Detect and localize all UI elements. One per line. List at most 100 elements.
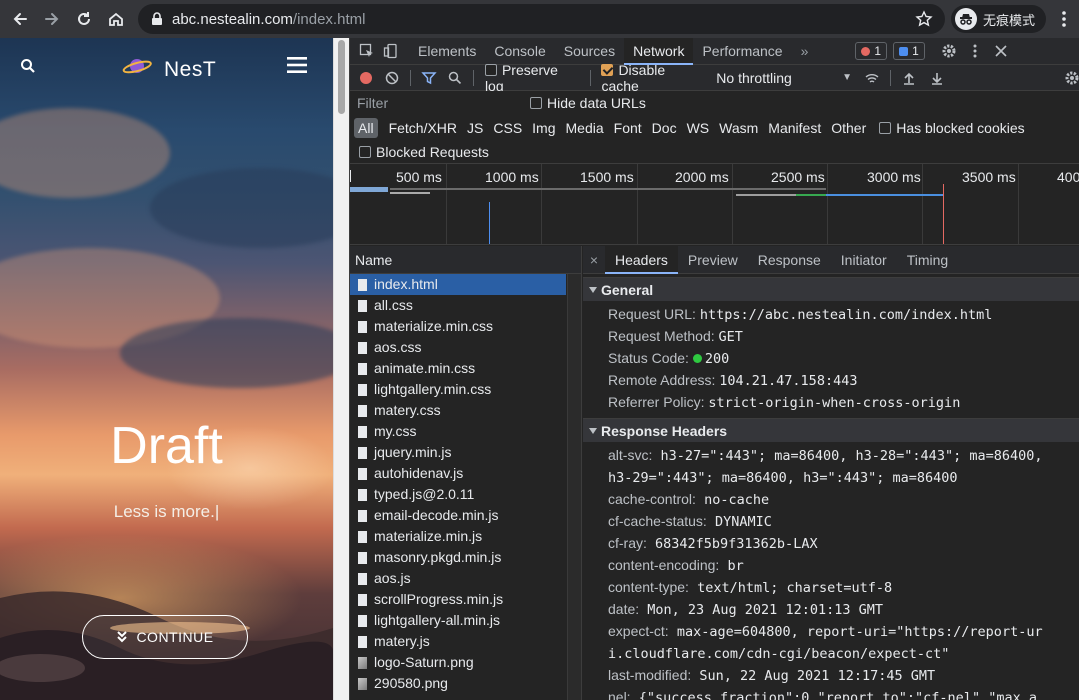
type-filter-media[interactable]: Media (561, 118, 609, 138)
type-filter-css[interactable]: CSS (488, 118, 527, 138)
header-value: h3-27=":443"; ma=86400, h3-28=":443"; ma… (608, 448, 1051, 486)
response-headers-section-header[interactable]: Response Headers (583, 418, 1079, 442)
tab-headers[interactable]: Headers (605, 246, 678, 274)
address-bar[interactable]: abc.nestealin.com/index.html (138, 4, 945, 34)
page-scrollbar[interactable] (333, 38, 349, 700)
preserve-log-checkbox[interactable]: Preserve log (484, 62, 581, 94)
close-devtools-icon[interactable] (993, 43, 1009, 59)
search-icon[interactable] (20, 58, 36, 74)
checkbox-box[interactable] (879, 121, 892, 134)
request-row[interactable]: lightgallery-all.min.js (350, 610, 566, 631)
blocked-requests-checkbox[interactable]: Blocked Requests (359, 144, 489, 160)
request-name: index.html (374, 276, 438, 292)
request-row[interactable]: typed.js@2.0.11 (350, 484, 566, 505)
record-icon[interactable] (360, 71, 372, 84)
request-row[interactable]: autohidenav.js (350, 463, 566, 484)
type-filter-wasm[interactable]: Wasm (714, 118, 763, 138)
dropdown-arrow-icon[interactable]: ▼ (842, 72, 852, 83)
incognito-indicator[interactable]: 无痕模式 (951, 5, 1046, 33)
blocked-requests-label: Blocked Requests (376, 143, 489, 160)
tab-response[interactable]: Response (748, 246, 831, 274)
checkbox-box[interactable] (359, 145, 371, 158)
network-conditions-icon[interactable] (864, 70, 880, 86)
type-filter-manifest[interactable]: Manifest (763, 118, 826, 138)
search-icon[interactable] (447, 70, 463, 86)
saturn-logo-icon[interactable] (122, 54, 152, 78)
request-row[interactable]: aos.css (350, 337, 566, 358)
site-brand[interactable]: NesT (164, 58, 216, 82)
inspect-element-icon[interactable] (359, 43, 375, 59)
request-row[interactable]: my.css (350, 421, 566, 442)
type-filter-all[interactable]: All (354, 117, 378, 138)
request-row[interactable]: 290580.png (350, 673, 566, 694)
request-row[interactable]: lightgallery.min.css (350, 379, 566, 400)
type-filter-img[interactable]: Img (527, 118, 560, 138)
tab-preview[interactable]: Preview (678, 246, 748, 274)
type-filter-font[interactable]: Font (609, 118, 647, 138)
more-tabs-button[interactable]: » (792, 38, 818, 65)
request-row[interactable]: email-decode.min.js (350, 505, 566, 526)
checkbox-box[interactable] (484, 63, 497, 76)
continue-button[interactable]: CONTINUE (82, 615, 248, 659)
type-filter-other[interactable]: Other (826, 118, 871, 138)
bookmark-star-icon[interactable] (915, 10, 933, 28)
back-arrow-icon[interactable] (4, 3, 36, 35)
network-overview-timeline[interactable]: 500 ms 1000 ms 1500 ms 2000 ms 2500 ms 3… (350, 164, 1079, 245)
request-row[interactable]: scrollProgress.min.js (350, 589, 566, 610)
request-row[interactable]: index.html (350, 274, 566, 295)
settings-gear-icon[interactable] (941, 43, 957, 59)
tab-sources[interactable]: Sources (555, 38, 624, 65)
request-row[interactable]: matery.css (350, 400, 566, 421)
has-blocked-cookies-checkbox[interactable]: Has blocked cookies (879, 120, 1025, 136)
home-icon[interactable] (100, 3, 132, 35)
throttling-select[interactable]: No throttling (716, 70, 842, 86)
hamburger-menu-icon[interactable] (287, 56, 307, 74)
forward-arrow-icon[interactable] (36, 3, 68, 35)
tab-network[interactable]: Network (624, 37, 694, 65)
request-row[interactable]: all.css (350, 295, 566, 316)
tab-elements[interactable]: Elements (409, 38, 485, 65)
request-row[interactable]: logo-Saturn.png (350, 652, 566, 673)
import-har-icon[interactable] (901, 70, 917, 86)
request-row[interactable]: animate.min.css (350, 358, 566, 379)
filter-input[interactable]: Filter (354, 93, 514, 113)
request-row[interactable]: materialize.min.js (350, 526, 566, 547)
filter-funnel-icon[interactable] (421, 70, 437, 86)
checkbox-box[interactable] (530, 97, 542, 109)
request-row[interactable]: jquery.min.js (350, 442, 566, 463)
clear-icon[interactable] (384, 70, 400, 86)
name-column-header[interactable]: Name (350, 246, 581, 274)
close-detail-icon[interactable]: × (583, 252, 605, 268)
kebab-menu-icon[interactable] (1056, 9, 1072, 29)
general-section-header[interactable]: General (583, 277, 1079, 301)
checkbox-box-checked[interactable] (601, 63, 614, 76)
scrollbar-thumb[interactable] (338, 40, 345, 114)
request-row[interactable]: materialize.min.css (350, 316, 566, 337)
device-toolbar-icon[interactable] (383, 43, 399, 59)
type-filter-fetch-xhr[interactable]: Fetch/XHR (384, 118, 462, 138)
type-filter-doc[interactable]: Doc (647, 118, 682, 138)
cloud-decoration (0, 108, 170, 198)
header-value: 104.21.47.158:443 (719, 373, 858, 389)
type-filter-js[interactable]: JS (462, 118, 488, 138)
header-value: Sun, 22 Aug 2021 12:17:45 GMT (691, 668, 936, 684)
request-row[interactable]: matery.js (350, 631, 566, 652)
tab-initiator[interactable]: Initiator (831, 246, 897, 274)
hide-data-urls-checkbox[interactable]: Hide data URLs (530, 95, 646, 111)
message-count-badge[interactable]: 1 (893, 42, 925, 60)
tab-timing[interactable]: Timing (897, 246, 959, 274)
image-file-icon (358, 677, 367, 690)
request-row[interactable]: aos.js (350, 568, 566, 589)
export-har-icon[interactable] (929, 70, 945, 86)
image-file-icon (358, 656, 367, 669)
type-filter-ws[interactable]: WS (682, 118, 715, 138)
devtools-kebab-icon[interactable] (967, 43, 983, 59)
reload-icon[interactable] (68, 3, 100, 35)
error-count-badge[interactable]: 1 (855, 42, 888, 60)
tab-performance[interactable]: Performance (693, 38, 791, 65)
disable-cache-checkbox[interactable]: Disable cache (601, 62, 706, 94)
request-row[interactable]: masonry.pkgd.min.js (350, 547, 566, 568)
tab-console[interactable]: Console (485, 38, 554, 65)
request-list-scrollbar[interactable] (567, 274, 581, 700)
network-settings-gear-icon[interactable] (1064, 70, 1079, 86)
